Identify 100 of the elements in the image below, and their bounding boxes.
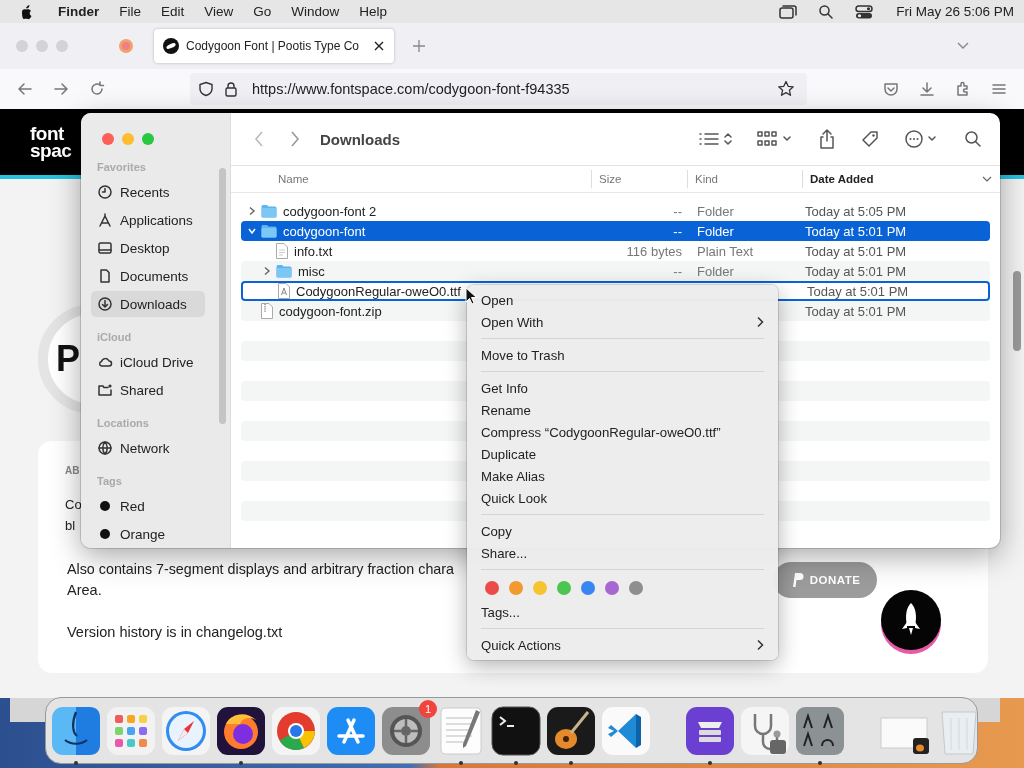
guitar-icon[interactable] [546,705,596,756]
tag-color-dot[interactable] [533,581,547,595]
apple-icon[interactable] [19,3,33,20]
date-cell: Today at 5:01 PM [805,223,907,239]
tag-icon[interactable] [860,129,880,149]
menu-item[interactable]: Quick Actions [467,634,778,656]
browser-tab[interactable]: Codygoon Font | Pootis Type Co [154,29,394,63]
menu-item[interactable]: Compress “CodygoonRegular-oweO0.ttf” [467,421,778,443]
sidebar-item[interactable]: Downloads [91,291,205,317]
menu-item[interactable]: Go [253,4,272,19]
compass-icon[interactable] [161,705,211,756]
file-row[interactable]: codygoon-font -- Folder Today at 5:01 PM [241,221,990,241]
menu-item[interactable]: Copy [467,520,778,542]
list-view-icon[interactable] [698,130,732,148]
font-book-icon[interactable] [795,705,845,756]
share-icon[interactable] [818,128,836,150]
pinned-tab-icon[interactable] [118,38,134,54]
menu-item[interactable]: Tags... [467,601,778,623]
disclosure-icon[interactable] [248,206,256,216]
menu-item[interactable]: Get Info [467,377,778,399]
shield-icon [198,81,214,97]
sidebar-item[interactable]: Red [91,493,205,519]
menu-item[interactable]: Make Alias [467,465,778,487]
forward-icon[interactable] [289,130,301,148]
gear-icon[interactable] [381,705,431,756]
tag-color-dot[interactable] [629,581,643,595]
menu-icon[interactable] [991,81,1007,97]
menu-item[interactable]: Share... [467,542,778,564]
chevron-down-icon[interactable] [956,41,970,51]
date-cell: Today at 5:01 PM [807,283,909,299]
bookmark-star-icon[interactable] [777,80,795,98]
download-icon[interactable] [919,81,935,97]
tag-color-dot[interactable] [605,581,619,595]
menu-item[interactable]: View [204,4,234,19]
search-icon[interactable] [818,3,835,20]
menu-item[interactable]: Open With [467,311,778,333]
sidebar-item[interactable]: Network [91,435,205,461]
terminal-icon[interactable] [491,705,541,756]
rocket-button[interactable] [880,589,942,655]
menu-item[interactable]: Duplicate [467,443,778,465]
lock-icon [224,81,238,97]
close-icon[interactable] [373,40,385,52]
windows-icon[interactable] [778,3,799,20]
scrollbar-thumb[interactable] [219,168,226,424]
sidebar-item[interactable]: Recents [91,179,205,205]
group-icon[interactable] [756,130,794,148]
date-cell: Today at 5:05 PM [805,203,907,219]
new-tab-icon[interactable] [412,39,426,53]
sidebar-item[interactable]: Applications [91,207,205,233]
size-cell: 116 bytes [626,243,682,259]
folder-icon [261,204,277,218]
notification-badge: 1 [419,699,437,718]
download-icon [97,296,113,312]
tag-color-dot[interactable] [485,581,499,595]
menu-item[interactable]: Move to Trash [467,344,778,366]
menu-item[interactable]: Window [291,4,340,19]
menu-item[interactable]: Help [359,4,388,19]
chrome-icon[interactable] [271,705,321,756]
back-icon[interactable] [17,81,33,97]
column-header[interactable]: Name [231,170,592,188]
logo-text[interactable]: spac [30,142,72,159]
search-icon[interactable] [964,130,982,148]
pocket-icon[interactable] [883,81,899,97]
file-row[interactable]: codygoon-font 2 -- Folder Today at 5:05 PM [241,201,990,221]
file-row[interactable]: info.txt 116 bytes Plain Text Today at 5:01 PM [241,241,990,261]
disclosure-icon[interactable] [263,266,271,276]
menu-item[interactable]: Edit [161,4,185,19]
size-cell: -- [673,223,682,239]
window-controls-icon[interactable] [101,132,157,146]
app-menu[interactable]: Finder [58,4,100,19]
file-row[interactable]: misc -- Folder Today at 5:01 PM [241,261,990,281]
sidebar-item[interactable]: Documents [91,263,205,289]
column-header[interactable]: Date Added [803,170,1000,188]
tag-color-dot[interactable] [581,581,595,595]
menu-item[interactable]: Rename [467,399,778,421]
control-center-icon[interactable] [854,3,875,20]
finder-icon[interactable] [51,705,101,756]
column-header[interactable]: Size [592,170,688,188]
menu-item[interactable]: File [119,4,142,19]
tag-color-dot[interactable] [509,581,523,595]
disclosure-icon[interactable] [248,226,256,236]
reload-icon[interactable] [89,81,105,97]
tag-color-dot[interactable] [557,581,571,595]
sidebar-item[interactable]: iCloud Drive [91,349,205,375]
size-cell: -- [673,263,682,279]
column-header[interactable]: Kind [688,170,803,188]
code-editor-icon[interactable] [601,705,651,756]
firefox-icon[interactable] [216,705,266,756]
extensions-icon[interactable] [955,81,971,97]
sidebar-item[interactable]: Desktop [91,235,205,261]
sidebar-item[interactable]: Orange [91,521,205,547]
scrollbar-thumb[interactable] [1013,271,1021,351]
logo-text[interactable]: font [30,125,72,142]
menu-item[interactable]: Quick Look [467,487,778,509]
app-store-icon[interactable] [326,705,376,756]
stethoscope-icon[interactable] [740,705,790,756]
forward-icon[interactable] [53,81,69,97]
address-bar[interactable]: https://www.fontspace.com/codygoon-font-f94335 [190,73,807,105]
launchpad-icon[interactable] [106,705,156,756]
sidebar-item[interactable]: Shared [91,377,205,403]
